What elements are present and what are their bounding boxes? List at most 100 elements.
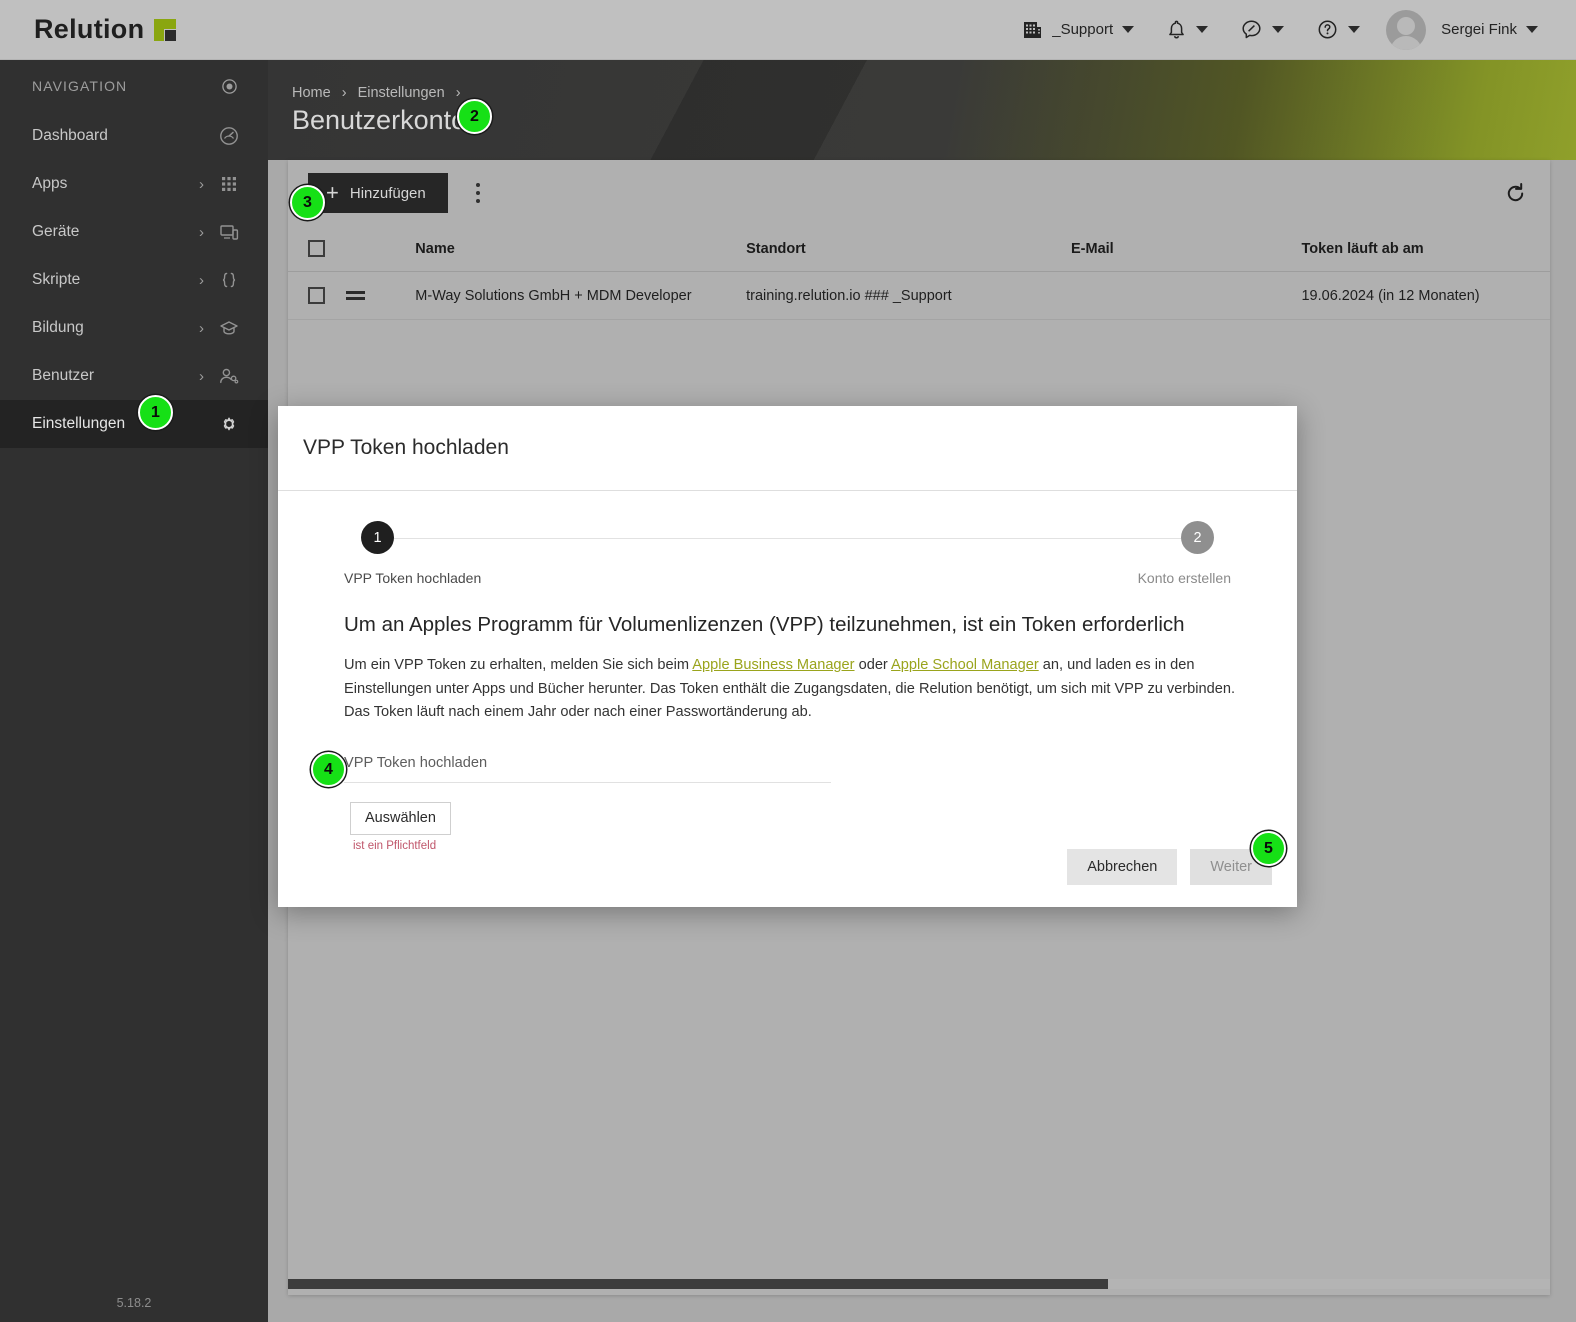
message-icon [1240,18,1263,41]
stepper-connector-line [374,538,1201,539]
field-underline [344,782,831,783]
cancel-button[interactable]: Abbrechen [1067,849,1177,885]
avatar [1386,10,1426,50]
row-drag-cell [346,291,416,300]
dashboard-icon [216,125,242,147]
step-1-number: 1 [361,521,394,554]
sidebar-item-einstellungen[interactable]: Einstellungen [0,400,268,448]
dialog-heading: Um an Apples Programm für Volumenlizenze… [344,613,1272,637]
user-group-icon [216,365,242,387]
relution-logo-mark [154,19,176,41]
table-row[interactable]: M-Way Solutions GmbH + MDM Developer tra… [288,272,1550,320]
page-title: Benutzerkonto [292,105,466,136]
chevron-down-icon [1348,26,1360,33]
chevron-down-icon [1526,26,1538,33]
gear-icon [216,413,242,435]
select-all-cell [308,240,346,257]
table-header-row: Name Standort E-Mail Token läuft ab am [288,226,1550,272]
breadcrumb-item-einstellungen[interactable]: Einstellungen [358,85,445,101]
dialog-paragraph: Um ein VPP Token zu erhalten, melden Sie… [344,654,1237,725]
scrollbar-thumb[interactable] [288,1279,1108,1289]
cell-name: M-Way Solutions GmbH + MDM Developer [415,288,746,304]
step-1-label: VPP Token hochladen [344,570,481,586]
sidebar-item-skripte[interactable]: Skripte › [0,256,268,304]
bell-icon [1166,19,1187,41]
graduation-cap-icon [216,317,242,339]
sidebar-header: NAVIGATION [0,60,268,112]
chevron-right-icon: › [199,224,204,241]
apps-grid-icon [216,173,242,195]
dialog-title: VPP Token hochladen [303,436,509,460]
horizontal-scrollbar[interactable] [288,1279,1550,1289]
select-all-checkbox[interactable] [308,240,325,257]
apple-school-manager-link[interactable]: Apple School Manager [891,657,1039,673]
sidebar-item-label: Dashboard [32,127,204,145]
relution-logo[interactable]: Relution [34,14,176,45]
sidebar-item-dashboard[interactable]: Dashboard [0,112,268,160]
sidebar-item-label: Apps [32,175,199,193]
chevron-right-icon: › [199,272,204,289]
annotation-badge-3: 3 [290,185,325,220]
tenant-name: _Support [1052,21,1113,38]
breadcrumb-separator: › [456,85,461,101]
sidebar-item-label: Benutzer [32,367,199,385]
chevron-right-icon: › [199,320,204,337]
vpp-token-file-field: VPP Token hochladen [344,755,831,783]
chevron-down-icon [1272,26,1284,33]
apple-business-manager-link[interactable]: Apple Business Manager [692,657,854,673]
refresh-icon[interactable] [1503,181,1528,206]
sidebar-item-label: Bildung [32,319,199,337]
annotation-badge-4: 4 [311,752,346,787]
annotation-badge-1: 1 [138,395,173,430]
user-name: Sergei Fink [1441,21,1517,38]
breadcrumb-item-home[interactable]: Home [292,85,331,101]
wizard-stepper: 1 VPP Token hochladen 2 Konto erstellen [344,521,1231,591]
help-icon [1316,18,1339,41]
sidebar-item-benutzer[interactable]: Benutzer › [0,352,268,400]
step-2-label: Konto erstellen [1138,570,1231,586]
code-braces-icon [216,269,242,291]
more-options-icon[interactable] [466,175,490,211]
field-label: VPP Token hochladen [344,755,831,782]
sidebar-item-bildung[interactable]: Bildung › [0,304,268,352]
row-checkbox[interactable] [308,287,325,304]
breadcrumb: Home › Einstellungen › [292,85,468,101]
dialog-footer: Abbrechen Weiter [1067,849,1272,885]
notifications-button[interactable] [1150,0,1224,60]
annotation-badge-2: 2 [457,99,492,134]
annotation-badge-5: 5 [1251,831,1286,866]
accounts-table: Name Standort E-Mail Token läuft ab am M… [288,226,1550,320]
select-file-button[interactable]: Auswählen [350,802,451,835]
row-select-cell [308,287,346,304]
vpp-token-upload-dialog: VPP Token hochladen 1 VPP Token hochlade… [278,406,1297,907]
stepper-step-2[interactable]: 2 Konto erstellen [1101,521,1231,586]
navigation-label: NAVIGATION [32,78,127,94]
stepper-step-1[interactable]: 1 VPP Token hochladen [344,521,474,586]
drag-handle-icon[interactable] [346,291,365,300]
help-button[interactable] [1300,0,1376,60]
cell-standort: training.relution.io ### _Support [746,288,1071,304]
header-actions: _Support [1006,0,1576,60]
column-header-email[interactable]: E-Mail [1071,241,1301,257]
messages-button[interactable] [1224,0,1300,60]
sidebar-item-apps[interactable]: Apps › [0,160,268,208]
building-icon [1022,19,1043,40]
sidebar-item-geraete[interactable]: Geräte › [0,208,268,256]
dialog-header: VPP Token hochladen [278,406,1297,491]
version-label: 5.18.2 [0,1296,268,1310]
add-button[interactable]: + Hinzufügen [308,173,448,213]
column-header-standort[interactable]: Standort [746,241,1071,257]
plus-icon: + [326,182,339,204]
add-button-label: Hinzufügen [350,185,426,202]
sidebar-item-label: Skripte [32,271,199,289]
paragraph-part-1: Um ein VPP Token zu erhalten, melden Sie… [344,657,692,673]
user-menu[interactable]: Sergei Fink [1376,0,1554,60]
breadcrumb-separator: › [342,85,347,101]
tenant-selector[interactable]: _Support [1006,0,1150,60]
column-header-name[interactable]: Name [415,241,746,257]
column-header-token-expiry[interactable]: Token läuft ab am [1301,241,1530,257]
chevron-down-icon [1122,26,1134,33]
collapse-nav-icon[interactable] [221,78,238,95]
chevron-down-icon [1196,26,1208,33]
app-root: Relution [0,0,1576,1322]
